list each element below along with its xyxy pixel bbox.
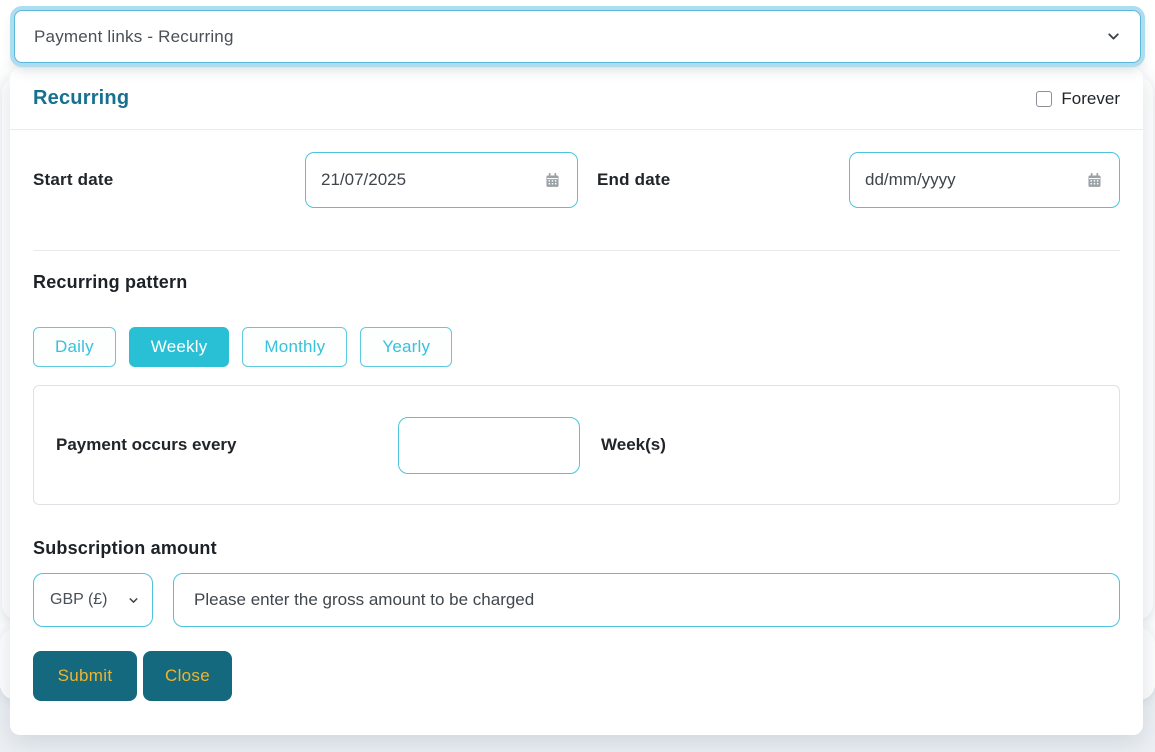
- end-date-label: End date: [578, 170, 834, 190]
- frequency-box: Payment occurs every Week(s): [33, 385, 1120, 505]
- payment-type-select-value: Payment links - Recurring: [34, 27, 234, 47]
- forever-checkbox[interactable]: [1036, 91, 1052, 107]
- panel-title: Recurring: [33, 87, 129, 110]
- action-buttons: Submit Close: [33, 651, 1120, 701]
- start-date-label: Start date: [33, 170, 305, 190]
- end-date-input[interactable]: [865, 170, 1078, 190]
- forever-label: Forever: [1061, 89, 1120, 109]
- frequency-unit-label: Week(s): [601, 435, 666, 455]
- currency-select-value: GBP (£): [50, 591, 108, 609]
- pattern-monthly-button[interactable]: Monthly: [242, 327, 347, 367]
- start-date-field[interactable]: [305, 152, 578, 208]
- pattern-weekly-button[interactable]: Weekly: [129, 327, 230, 367]
- calendar-icon[interactable]: [1086, 172, 1103, 189]
- frequency-input[interactable]: [398, 417, 580, 474]
- recurring-panel: Recurring Forever Start date: [10, 68, 1143, 735]
- recurring-pattern-heading: Recurring pattern: [33, 272, 1120, 293]
- chevron-down-icon: [1105, 28, 1122, 45]
- payment-type-select[interactable]: Payment links - Recurring: [14, 10, 1141, 63]
- amount-input[interactable]: [173, 573, 1120, 627]
- forever-option[interactable]: Forever: [1036, 89, 1120, 109]
- end-date-field[interactable]: [849, 152, 1120, 208]
- close-button[interactable]: Close: [143, 651, 232, 701]
- frequency-label: Payment occurs every: [56, 435, 398, 455]
- panel-header: Recurring Forever: [10, 68, 1143, 130]
- start-date-input[interactable]: [321, 170, 536, 190]
- pattern-buttons: Daily Weekly Monthly Yearly: [33, 327, 1120, 367]
- pattern-yearly-button[interactable]: Yearly: [360, 327, 452, 367]
- divider: [33, 250, 1120, 251]
- subscription-amount-heading: Subscription amount: [33, 538, 1120, 559]
- calendar-icon[interactable]: [544, 172, 561, 189]
- currency-select[interactable]: GBP (£): [33, 573, 153, 627]
- date-row: Start date End date: [33, 152, 1120, 208]
- chevron-down-icon: [127, 594, 140, 607]
- submit-button[interactable]: Submit: [33, 651, 137, 701]
- amount-row: GBP (£): [33, 573, 1120, 627]
- pattern-daily-button[interactable]: Daily: [33, 327, 116, 367]
